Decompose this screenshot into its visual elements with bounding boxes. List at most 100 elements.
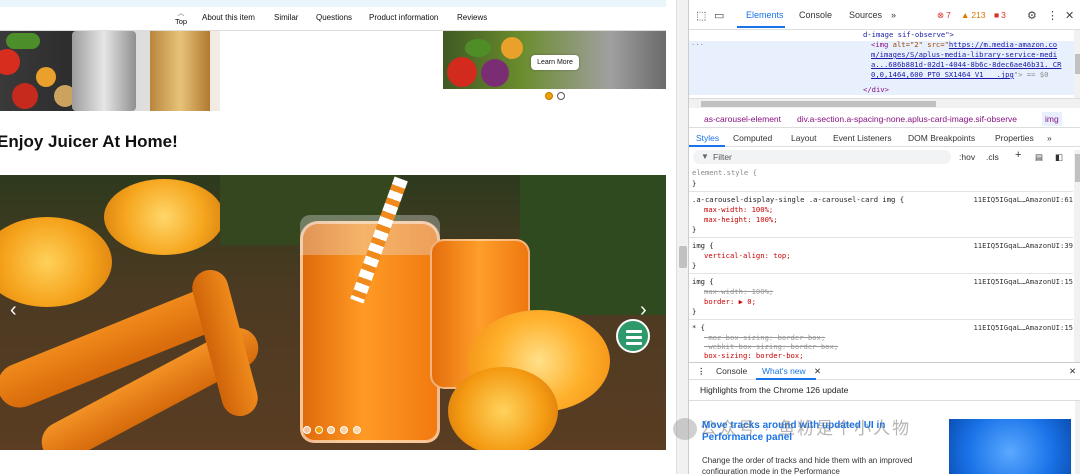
cls-toggle[interactable]: .cls [986, 152, 999, 162]
breadcrumb-aplus-card-image[interactable]: div.a-section.a-spacing-none.aplus-card-… [797, 114, 1017, 124]
styles-scrollbar[interactable] [1074, 150, 1080, 362]
rule-img-vertical-align[interactable]: img { 11EIQ5IGqaL…AmazonUI:39 vertical-a… [689, 238, 1073, 274]
drawer-tab-whats-new[interactable]: What's new [762, 366, 806, 376]
kebab-menu-icon[interactable]: ⋮ [1047, 9, 1058, 22]
active-drawer-tab-indicator [756, 378, 816, 380]
drawer-tab-console[interactable]: Console [716, 366, 747, 376]
nav-reviews-link[interactable]: Reviews [457, 13, 487, 22]
dom-tree[interactable]: d-image sif-observe"> ··· <img alt="2" s… [689, 30, 1075, 98]
device-toolbar-icon[interactable]: ▭ [714, 9, 724, 22]
rule-declaration[interactable]: max-height: 100%; [704, 215, 778, 225]
floating-menu-button[interactable] [616, 319, 650, 353]
styles-scrollbar-thumb[interactable] [1075, 154, 1080, 182]
dom-scrollbar-thumb[interactable] [1075, 54, 1080, 74]
errors-count: 7 [946, 10, 951, 20]
dom-ellipsis[interactable]: ··· [691, 40, 704, 50]
dom-src-link-1[interactable]: https://m.media-amazon.co [949, 40, 1057, 49]
rule-universal-box-sizing[interactable]: * { 11EIQ5IGqaL…AmazonUI:15 -moz-box-siz… [689, 320, 1073, 362]
active-tab-indicator [737, 26, 785, 28]
dom-src-link-3[interactable]: a...686b881d-02d1-4044-8b6c-8dec6ae46b31… [871, 60, 1061, 69]
warning-icon: ▲ [961, 10, 970, 20]
more-subtabs-button[interactable]: » [1047, 133, 1052, 143]
nav-questions-link[interactable]: Questions [316, 13, 352, 22]
breadcrumb-carousel-element[interactable]: as-carousel-element [704, 114, 781, 124]
tab-event-listeners[interactable]: Event Listeners [833, 133, 892, 143]
tab-sources[interactable]: Sources [849, 10, 882, 20]
hero-dot-1[interactable] [303, 426, 311, 434]
whats-new-scrollbar[interactable] [1075, 401, 1080, 474]
gear-icon[interactable]: ⚙ [1027, 9, 1037, 22]
watermark-text: 公众号 · 鱼粉是个小人物 [700, 419, 912, 438]
drawer-menu-icon[interactable]: ⋮ [697, 366, 706, 377]
dom-src-link-2[interactable]: m/images/S/aplus-media-library-service-m… [871, 50, 1057, 59]
computed-styles-toggle-icon[interactable]: ▤ [1035, 152, 1043, 163]
tab-computed[interactable]: Computed [733, 133, 772, 143]
drawer-close-icon[interactable]: ✕ [1069, 366, 1076, 377]
devtools-panel: ⬚ ▭ Elements Console Sources » ⊗ 7 ▲ 213 ■… [688, 0, 1080, 474]
hero-carousel-image[interactable]: ‹ › [0, 175, 666, 450]
breadcrumb-img[interactable]: img [1042, 112, 1062, 126]
issues-badge[interactable]: ■ 3 [994, 10, 1006, 20]
dom-src-link-4[interactable]: 0,0,1464,600_PT0_SX1464_V1___.jpg [871, 70, 1014, 79]
nav-top-link[interactable]: ︿ Top [172, 10, 190, 26]
dom-closing-div: </div> [863, 85, 889, 94]
error-icon: ⊗ [937, 10, 945, 20]
rule-source-link[interactable]: 11EIQ5IGqaL…AmazonUI:15 [973, 323, 1073, 333]
product-page: ︿ Top About this item Similar Questions … [0, 0, 666, 474]
nav-similar-link[interactable]: Similar [274, 13, 298, 22]
top-strip [0, 0, 666, 7]
rule-declaration[interactable]: max-width: 100%; [704, 205, 773, 215]
hero-dot-2[interactable] [315, 426, 323, 434]
tab-elements[interactable]: Elements [746, 10, 784, 20]
close-icon[interactable]: ✕ [1065, 9, 1074, 22]
dom-scrollbar[interactable] [1074, 30, 1080, 98]
nav-product-info-link[interactable]: Product information [369, 13, 438, 22]
styles-filter-input[interactable]: ▼ Filter [693, 150, 951, 164]
drawer-tab-close-icon[interactable]: ✕ [814, 366, 821, 377]
hero-dot-5[interactable] [353, 426, 361, 434]
sidebar-toggle-icon[interactable]: ◧ [1055, 152, 1063, 163]
banner-dot-2[interactable] [557, 92, 565, 100]
watermark-logo-icon [673, 418, 697, 440]
errors-badge[interactable]: ⊗ 7 [937, 10, 951, 21]
carousel-prev-arrow[interactable]: ‹ [10, 299, 17, 322]
more-tabs-button[interactable]: » [891, 10, 896, 20]
rule-declaration[interactable]: vertical-align: top; [704, 251, 791, 261]
rule-source-link[interactable]: 11EIQ5IGqaL…AmazonUI:61 [973, 195, 1073, 205]
carousel-next-arrow[interactable]: › [640, 299, 647, 322]
rule-element-style[interactable]: element.style { } [689, 166, 1073, 192]
rule-declaration[interactable]: box-sizing: border-box; [704, 351, 804, 361]
rule-declaration[interactable]: border: ▶ 0; [704, 297, 756, 307]
page-scrollbar[interactable] [676, 0, 688, 474]
rule-source-link[interactable]: 11EIQ5IGqaL…AmazonUI:15 [973, 277, 1073, 287]
new-rule-button[interactable]: + [1015, 149, 1021, 161]
nav-about-link[interactable]: About this item [202, 13, 255, 22]
hero-dot-4[interactable] [340, 426, 348, 434]
tab-console[interactable]: Console [799, 10, 832, 20]
rule-selector: element.style { [692, 168, 757, 177]
tab-properties[interactable]: Properties [995, 133, 1034, 143]
hov-toggle[interactable]: :hov [959, 152, 975, 162]
hero-dot-3[interactable] [327, 426, 335, 434]
rule-carousel-img[interactable]: .a-carousel-display-single .a-carousel-c… [689, 192, 1073, 238]
rule-img-border[interactable]: img { 11EIQ5IGqaL…AmazonUI:15 max-width:… [689, 274, 1073, 320]
tab-styles[interactable]: Styles [696, 133, 719, 143]
styles-filter-bar: ▼ Filter :hov .cls + ▤ ◧ [689, 148, 1080, 166]
tab-layout[interactable]: Layout [791, 133, 817, 143]
warnings-badge[interactable]: ▲ 213 [961, 10, 986, 20]
chevron-up-icon: ︿ [177, 10, 185, 17]
tab-dom-breakpoints[interactable]: DOM Breakpoints [908, 133, 975, 143]
dom-horizontal-scrollbar[interactable] [689, 98, 1080, 108]
rule-source-link[interactable]: 11EIQ5IGqaL…AmazonUI:39 [973, 241, 1073, 251]
whats-new-header: Highlights from the Chrome 126 update [700, 385, 849, 395]
rule-declaration-overridden[interactable]: max-width: 100%; [704, 287, 773, 297]
whats-new-article-image[interactable] [949, 419, 1071, 474]
dom-horizontal-scrollbar-thumb[interactable] [701, 101, 936, 107]
banner-image-juicer[interactable] [0, 31, 220, 111]
page-scrollbar-thumb[interactable] [679, 246, 687, 268]
inspect-element-icon[interactable]: ⬚ [696, 9, 706, 22]
section-heading: Enjoy Juicer At Home! [0, 132, 178, 151]
banner-dot-1[interactable] [545, 92, 553, 100]
learn-more-button[interactable]: Learn More [531, 55, 579, 70]
dom-src-attr: src=" [927, 40, 949, 49]
